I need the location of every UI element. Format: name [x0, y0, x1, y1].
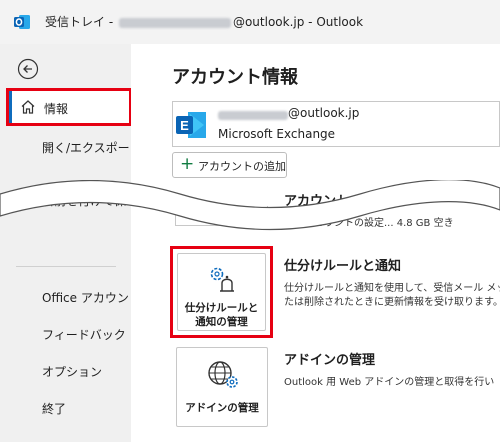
nav-item-open-export[interactable]: 開く/エクスポート [42, 139, 142, 156]
outlook-logo-icon [14, 15, 30, 29]
addins-title: アドインの管理 [284, 353, 376, 368]
redacted-user [118, 17, 231, 28]
plus-icon: + [180, 154, 195, 174]
redacted-user [218, 111, 288, 120]
nav-item-office-account[interactable]: Office アカウント [42, 289, 141, 306]
sidebar-divider [16, 266, 116, 267]
selected-indicator [9, 91, 12, 123]
nav-item-info[interactable]: 情報 [6, 88, 132, 126]
wave-cut-separator [0, 180, 500, 231]
rules-highlight-frame: 仕分けルールと 通知の管理 [170, 246, 273, 338]
manage-addins-label: アドインの管理 [185, 402, 259, 414]
account-email: @outlook.jp [288, 106, 360, 120]
exchange-icon: E [176, 112, 206, 138]
nav-item-options[interactable]: オプション [42, 363, 102, 380]
nav-item-info-label: 情報 [44, 102, 69, 116]
svg-text:E: E [180, 118, 189, 133]
rules-title: 仕分けルールと通知 [284, 259, 402, 274]
add-account-label: アカウントの追加 [198, 160, 286, 173]
addins-description: Outlook 用 Web アドインの管理と取得を行い [284, 377, 495, 388]
globe-gear-icon [208, 361, 238, 388]
nav-item-exit[interactable]: 終了 [42, 400, 66, 417]
add-account-button[interactable]: + アカウントの追加 [172, 152, 287, 178]
account-type: Microsoft Exchange [218, 127, 336, 141]
nav-item-feedback[interactable]: フィードバック [42, 326, 126, 343]
manage-rules-label: 仕分けルールと 通知の管理 [184, 302, 259, 328]
home-icon [21, 100, 35, 114]
page-title: アカウント情報 [172, 67, 298, 88]
manage-rules-button[interactable]: 仕分けルールと 通知の管理 [177, 253, 266, 331]
rules-description: 仕分けルールと通知を使用して、受信メール メッ [284, 283, 500, 294]
back-arrow-icon[interactable] [17, 58, 39, 80]
window-title: 受信トレイ - @outlook.jp - Outlook [45, 15, 364, 29]
manage-addins-button[interactable]: アドインの管理 [176, 347, 268, 427]
rules-alerts-icon [210, 267, 234, 292]
rules-description: たは削除されたときに更新情報を受け取ります。 [284, 297, 500, 308]
